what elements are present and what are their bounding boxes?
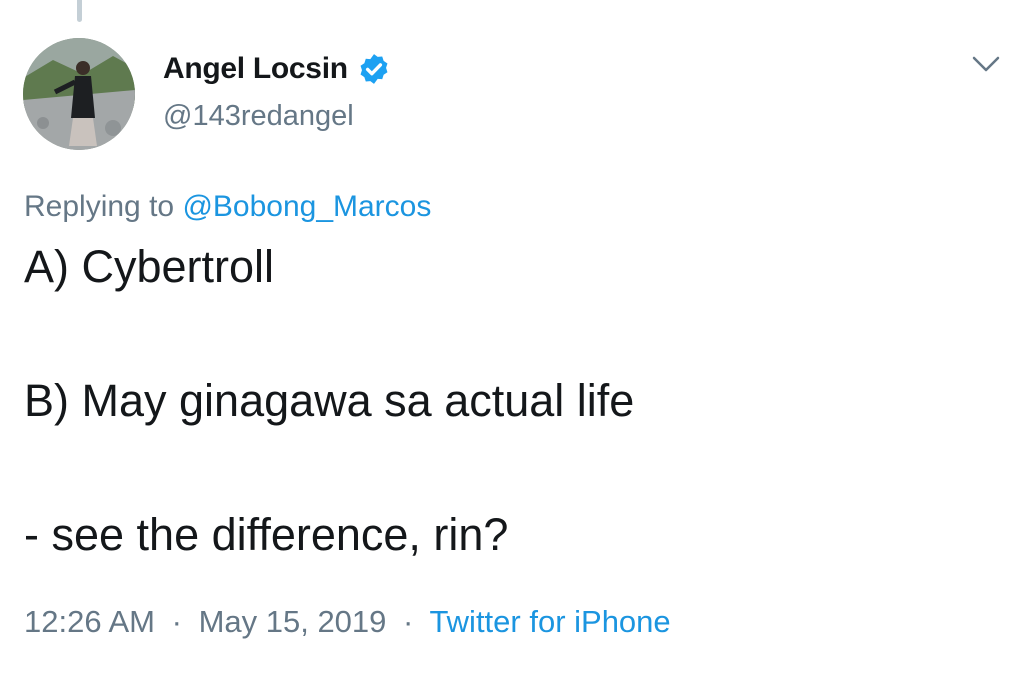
tweet-text-line: B) May ginagawa sa actual life [24,375,635,426]
replying-to: Replying to @Bobong_Marcos [24,190,431,224]
meta-separator: · [403,604,414,639]
avatar[interactable] [23,38,135,150]
thread-connector-line [77,0,82,22]
chevron-down-icon[interactable] [970,52,1002,78]
author-handle[interactable]: @143redangel [163,100,354,133]
tweet-metadata: 12:26 AM · May 15, 2019 · Twitter for iP… [24,604,671,640]
author-name[interactable]: Angel Locsin [163,52,391,86]
avatar-photo [23,38,135,150]
verified-badge-icon [360,54,388,84]
tweet-text: A) Cybertroll B) May ginagawa sa actual … [24,234,1004,568]
author-name-text[interactable]: Angel Locsin [163,52,348,86]
meta-separator: · [171,604,182,639]
tweet-text-line: A) Cybertroll [24,241,275,292]
reply-mention-link[interactable]: @Bobong_Marcos [182,190,431,223]
tweet-text-line: - see the difference, rin? [24,509,509,560]
tweet-time[interactable]: 12:26 AM [24,604,155,639]
tweet-source-link[interactable]: Twitter for iPhone [429,604,670,639]
replying-to-label: Replying to [24,190,175,223]
tweet-date[interactable]: May 15, 2019 [199,604,387,639]
